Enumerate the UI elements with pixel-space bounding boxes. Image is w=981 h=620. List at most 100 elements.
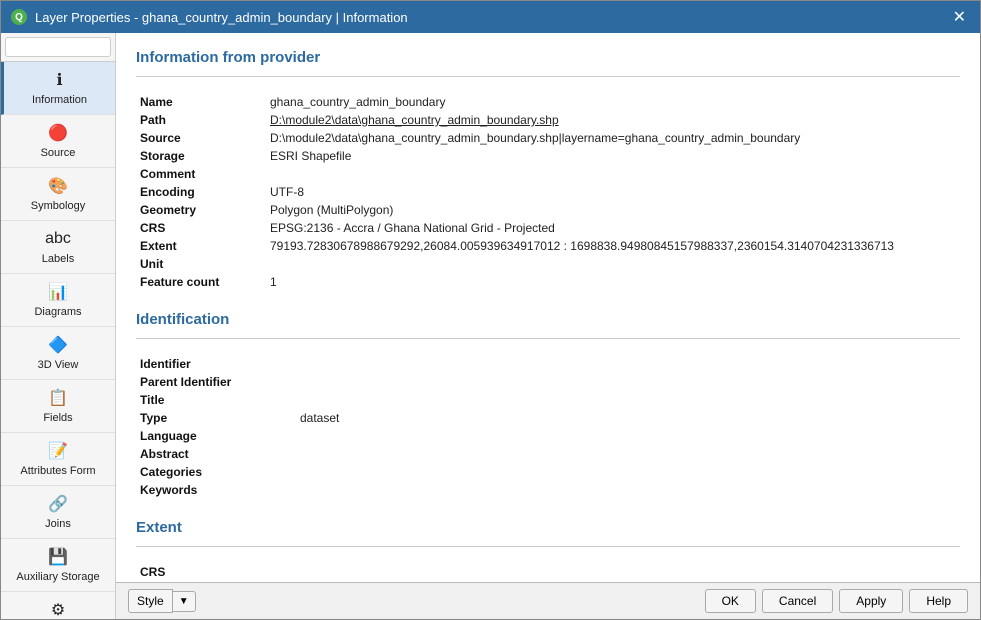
style-button[interactable]: Style	[128, 589, 173, 613]
actions-icon: ⚙	[48, 600, 68, 619]
sidebar-item-label-attributes-form: Attributes Form	[20, 465, 95, 477]
field-value	[266, 165, 960, 183]
extent-divider	[136, 546, 960, 547]
apply-button[interactable]: Apply	[839, 589, 903, 613]
search-input[interactable]	[5, 37, 111, 57]
field-value	[296, 463, 960, 481]
sidebar-item-label-information: Information	[32, 94, 87, 106]
field-label: Language	[136, 427, 296, 445]
field-value[interactable]: D:\module2\data\ghana_country_admin_boun…	[266, 111, 960, 129]
sidebar-item-source[interactable]: 🔴 Source	[1, 115, 115, 168]
field-value	[266, 255, 960, 273]
field-label: Unit	[136, 255, 266, 273]
ok-button[interactable]: OK	[705, 589, 756, 613]
field-label: Comment	[136, 165, 266, 183]
close-button[interactable]: ✕	[949, 7, 970, 27]
table-row: Unit	[136, 255, 960, 273]
field-value	[296, 391, 960, 409]
table-row: Categories	[136, 463, 960, 481]
footer-left: Style ▼	[128, 589, 196, 613]
field-label: Geometry	[136, 201, 266, 219]
extent-section: Extent CRSSpatial ExtentTemporal Extent	[136, 519, 960, 582]
sidebar-item-fields[interactable]: 📋 Fields	[1, 380, 115, 433]
window-title: Layer Properties - ghana_country_admin_b…	[35, 10, 408, 25]
sidebar-item-label-joins: Joins	[45, 518, 71, 530]
field-value: dataset	[296, 409, 960, 427]
content-area: Information from provider Nameghana_coun…	[116, 33, 980, 619]
table-row: CRSEPSG:2136 - Accra / Ghana National Gr…	[136, 219, 960, 237]
sidebar-item-joins[interactable]: 🔗 Joins	[1, 486, 115, 539]
field-value: ghana_country_admin_boundary	[266, 93, 960, 111]
table-row: Feature count1	[136, 273, 960, 291]
field-label: Categories	[136, 463, 296, 481]
field-value	[296, 445, 960, 463]
info-table: Nameghana_country_admin_boundaryPathD:\m…	[136, 93, 960, 291]
field-value: D:\module2\data\ghana_country_admin_boun…	[266, 129, 960, 147]
field-label: Encoding	[136, 183, 266, 201]
field-label: Feature count	[136, 273, 266, 291]
field-label: CRS	[136, 219, 266, 237]
table-row: CRS	[136, 563, 960, 581]
main-content: ℹ Information 🔴 Source 🎨 Symbology abc L…	[1, 33, 980, 619]
diagrams-icon: 📊	[48, 282, 68, 302]
sidebar-item-attributes-form[interactable]: 📝 Attributes Form	[1, 433, 115, 486]
sidebar-item-3dview[interactable]: 🔷 3D View	[1, 327, 115, 380]
field-value	[296, 373, 960, 391]
info-section-title: Information from provider	[136, 49, 960, 66]
cancel-button[interactable]: Cancel	[762, 589, 833, 613]
sidebar-item-label-3dview: 3D View	[38, 359, 79, 371]
table-row: Nameghana_country_admin_boundary	[136, 93, 960, 111]
field-value	[296, 481, 960, 499]
field-label: Keywords	[136, 481, 296, 499]
sidebar-item-diagrams[interactable]: 📊 Diagrams	[1, 274, 115, 327]
style-dropdown-group: Style ▼	[128, 589, 196, 613]
sidebar-item-symbology[interactable]: 🎨 Symbology	[1, 168, 115, 221]
joins-icon: 🔗	[48, 494, 68, 514]
info-divider	[136, 76, 960, 77]
style-dropdown-arrow[interactable]: ▼	[173, 591, 196, 612]
sidebar-item-label-diagrams: Diagrams	[34, 306, 81, 318]
table-row: Extent79193.72830678988679292,26084.0059…	[136, 237, 960, 255]
sidebar-item-label-source: Source	[41, 147, 76, 159]
field-value	[296, 427, 960, 445]
app-icon: Q	[11, 9, 27, 25]
field-value: UTF-8	[266, 183, 960, 201]
field-label: CRS	[136, 563, 296, 581]
field-label: Type	[136, 409, 296, 427]
information-from-provider-section: Information from provider Nameghana_coun…	[136, 49, 960, 291]
fields-icon: 📋	[48, 388, 68, 408]
field-value: ESRI Shapefile	[266, 147, 960, 165]
help-button[interactable]: Help	[909, 589, 968, 613]
field-label: Identifier	[136, 355, 296, 373]
3dview-icon: 🔷	[48, 335, 68, 355]
table-row: SourceD:\module2\data\ghana_country_admi…	[136, 129, 960, 147]
sidebar-item-actions[interactable]: ⚙ Actions	[1, 592, 115, 619]
sidebar-item-labels[interactable]: abc Labels	[1, 221, 115, 274]
identification-section-title: Identification	[136, 311, 960, 328]
table-row: StorageESRI Shapefile	[136, 147, 960, 165]
field-value: EPSG:2136 - Accra / Ghana National Grid …	[266, 219, 960, 237]
field-value: 79193.72830678988679292,26084.0059396349…	[266, 237, 960, 255]
table-row: GeometryPolygon (MultiPolygon)	[136, 201, 960, 219]
field-label: Storage	[136, 147, 266, 165]
field-value: 1	[266, 273, 960, 291]
sidebar-item-label-auxiliary-storage: Auxiliary Storage	[16, 571, 99, 583]
table-row: Identifier	[136, 355, 960, 373]
attributes-form-icon: 📝	[48, 441, 68, 461]
title-bar-left: Q Layer Properties - ghana_country_admin…	[11, 9, 408, 25]
footer-right: OK Cancel Apply Help	[705, 589, 968, 613]
sidebar-item-label-fields: Fields	[43, 412, 72, 424]
table-row: Abstract	[136, 445, 960, 463]
field-label: Abstract	[136, 445, 296, 463]
field-value: Polygon (MultiPolygon)	[266, 201, 960, 219]
sidebar: ℹ Information 🔴 Source 🎨 Symbology abc L…	[1, 33, 116, 619]
identification-table: IdentifierParent IdentifierTitleTypedata…	[136, 355, 960, 499]
source-icon: 🔴	[48, 123, 68, 143]
table-row: Keywords	[136, 481, 960, 499]
field-label: Title	[136, 391, 296, 409]
labels-icon: abc	[48, 229, 68, 249]
sidebar-item-label-symbology: Symbology	[31, 200, 85, 212]
sidebar-item-information[interactable]: ℹ Information	[1, 62, 115, 115]
sidebar-item-auxiliary-storage[interactable]: 💾 Auxiliary Storage	[1, 539, 115, 592]
table-row: Title	[136, 391, 960, 409]
